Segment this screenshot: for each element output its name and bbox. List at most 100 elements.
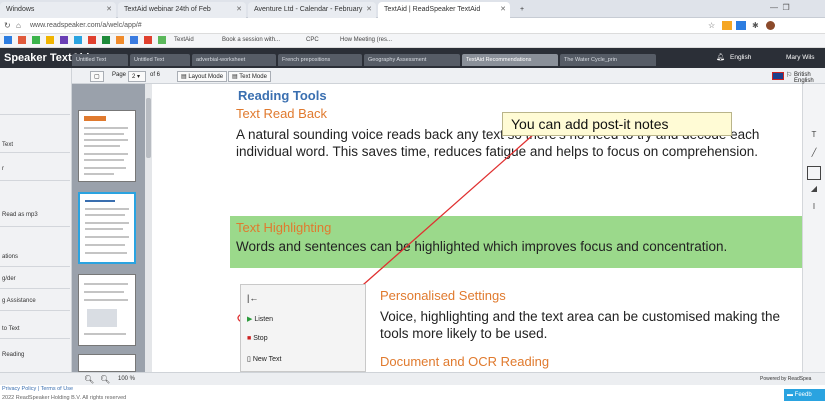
bookmarks-bar: TextAid Book a session with... CPC How M… bbox=[0, 34, 825, 48]
page-thumbnail-selected[interactable] bbox=[78, 192, 136, 264]
divider bbox=[0, 288, 70, 289]
divider bbox=[0, 114, 70, 115]
bookmark-meeting[interactable]: How Meeting (res... bbox=[340, 37, 392, 43]
bookmark-cpc[interactable]: CPC bbox=[306, 37, 319, 43]
right-tool-panel: T ╱ ◢ I bbox=[802, 84, 825, 372]
bookmark-icon[interactable] bbox=[32, 36, 40, 44]
sidebar-item[interactable]: r bbox=[2, 166, 4, 172]
stop-icon: ■ bbox=[247, 335, 252, 342]
bookmark-session[interactable]: Book a session with... bbox=[222, 37, 280, 43]
browser-tab-strip: Windows ✕ TextAid webinar 24th of Feb ✕ Av… bbox=[0, 0, 825, 18]
feedback-button[interactable]: ▬ Feedb bbox=[784, 389, 825, 401]
status-bar: 🔍︎ 🔍︎ 100 % Powered by ReadSpea bbox=[0, 372, 825, 385]
home-icon[interactable]: ⌂ bbox=[16, 21, 21, 30]
browser-tab-label: Aventure Ltd - Calendar - February bbox=[254, 6, 363, 13]
bookmark-icon[interactable] bbox=[102, 36, 110, 44]
scroll-thumb[interactable] bbox=[146, 98, 151, 158]
browser-tab[interactable]: Windows ✕ bbox=[0, 2, 116, 18]
doc-tab[interactable]: Geography Assessment bbox=[364, 54, 460, 66]
apps-icon[interactable] bbox=[4, 36, 12, 44]
sidebar-item-text[interactable]: Text bbox=[2, 142, 13, 148]
close-icon[interactable]: ✕ bbox=[500, 5, 506, 13]
pin-icon[interactable]: |← bbox=[247, 293, 258, 303]
pen-tool-icon[interactable]: ╱ bbox=[807, 148, 821, 162]
uk-flag-icon bbox=[772, 72, 784, 80]
layout-mode-button[interactable]: ▤ Layout Mode bbox=[177, 71, 228, 82]
doc-tab[interactable]: Untitled Text bbox=[130, 54, 190, 66]
bookmark-icon[interactable] bbox=[116, 36, 124, 44]
text-mode-button[interactable]: ▤ Text Mode bbox=[228, 71, 271, 82]
document-tabs: Untitled Text Untitled Text adverbial-wo… bbox=[72, 54, 825, 66]
sidebar-item-read-as-mp3[interactable]: Read as mp3 bbox=[2, 212, 38, 218]
divider bbox=[0, 226, 70, 227]
bookmark-icon[interactable] bbox=[158, 36, 166, 44]
voice-selector[interactable]: British English bbox=[794, 72, 825, 84]
page-thumbnail[interactable] bbox=[78, 354, 136, 372]
doc-tab-active[interactable]: TextAid Recommendations bbox=[462, 54, 558, 66]
doc-tab[interactable]: adverbial-worksheet bbox=[192, 54, 276, 66]
bookmark-icon[interactable] bbox=[74, 36, 82, 44]
bookmark-icon[interactable] bbox=[18, 36, 26, 44]
divider bbox=[0, 180, 70, 181]
footer-links[interactable]: Privacy Policy | Terms of Use bbox=[2, 386, 73, 392]
sidebar-item-reading[interactable]: Reading bbox=[2, 352, 24, 358]
post-it-note[interactable]: You can add post-it notes bbox=[502, 112, 732, 136]
page-thumbnail[interactable] bbox=[78, 274, 136, 346]
page-count: of 6 bbox=[150, 72, 161, 78]
doc-tab[interactable]: French prepositions bbox=[278, 54, 362, 66]
close-icon[interactable]: ✕ bbox=[106, 5, 112, 13]
bookmark-icon[interactable] bbox=[88, 36, 96, 44]
zoom-out-icon[interactable]: 🔍︎ bbox=[84, 375, 94, 384]
zoom-in-icon[interactable]: 🔍︎ bbox=[100, 375, 110, 384]
browser-tab[interactable]: Aventure Ltd - Calendar - February ✕ bbox=[248, 2, 376, 18]
sidebar-item-speech-to-text[interactable]: to Text bbox=[2, 326, 20, 332]
page-footer: Privacy Policy | Terms of Use 2022 ReadS… bbox=[0, 385, 825, 404]
star-icon[interactable]: ☆ bbox=[708, 21, 715, 30]
bookmark-icon[interactable] bbox=[144, 36, 152, 44]
divider bbox=[0, 338, 70, 339]
browser-tab-active[interactable]: TextAid | ReadSpeaker TextAid ✕ bbox=[378, 2, 510, 18]
extensions-icon[interactable]: ✱ bbox=[752, 21, 759, 30]
window-controls-icon[interactable]: — ❐ bbox=[770, 3, 790, 12]
page-thumbnail[interactable] bbox=[78, 110, 136, 182]
text-tool-icon[interactable]: T bbox=[807, 130, 821, 144]
page-select[interactable]: 2 ▾ bbox=[128, 71, 146, 82]
cursor-tool-icon[interactable]: I bbox=[807, 202, 821, 216]
sidebar-item-reader[interactable]: g/der bbox=[2, 276, 16, 282]
new-tab-button[interactable]: + bbox=[514, 2, 532, 18]
thumbnail-image bbox=[87, 309, 117, 327]
bookmark-textaid[interactable]: TextAid bbox=[174, 37, 194, 43]
address-bar: ↻ ⌂ www.readspeaker.com/a/welc/app/# ☆ ✱ bbox=[0, 18, 825, 34]
doc-tab[interactable]: The Water Cycle_prin bbox=[560, 54, 656, 66]
close-icon[interactable]: ✕ bbox=[236, 5, 242, 13]
extension-icon[interactable] bbox=[722, 21, 732, 30]
person-icon: ⚐ bbox=[786, 72, 793, 79]
rectangle-tool-icon[interactable] bbox=[807, 166, 821, 180]
divider bbox=[0, 266, 70, 267]
url-field[interactable]: www.readspeaker.com/a/welc/app/# bbox=[30, 22, 142, 29]
left-sidebar: Text r Read as mp3 ations g/der g Assist… bbox=[0, 68, 72, 372]
doc-tab[interactable]: Untitled Text bbox=[72, 54, 128, 66]
footer-copyright: 2022 ReadSpeaker Holding B.V. All rights… bbox=[2, 395, 127, 401]
close-icon[interactable]: ✕ bbox=[366, 5, 372, 13]
stop-button[interactable]: ■ Stop bbox=[247, 335, 268, 342]
reload-icon[interactable]: ↻ bbox=[4, 21, 11, 30]
new-text-button[interactable]: ▯ New Text bbox=[247, 355, 281, 363]
profile-avatar[interactable] bbox=[766, 21, 775, 30]
document-view[interactable]: Reading Tools Text Read Back A natural s… bbox=[152, 84, 802, 372]
bookmark-icon[interactable] bbox=[60, 36, 68, 44]
listen-button[interactable]: ▶ Listen bbox=[247, 315, 273, 323]
divider bbox=[0, 310, 70, 311]
play-icon: ▶ bbox=[247, 316, 253, 323]
bookmark-icon[interactable] bbox=[46, 36, 54, 44]
sidebar-item-typing-assistance[interactable]: g Assistance bbox=[2, 298, 36, 304]
highlighter-tool-icon[interactable]: ◢ bbox=[807, 184, 821, 198]
thumbnail-scrollbar[interactable] bbox=[145, 84, 152, 372]
page-label: Page bbox=[112, 72, 127, 78]
page-thumbnails bbox=[72, 84, 152, 372]
fit-page-icon[interactable]: ▢ bbox=[90, 71, 104, 82]
browser-tab[interactable]: TextAid webinar 24th of Feb ✕ bbox=[118, 2, 246, 18]
bookmark-icon[interactable] bbox=[130, 36, 138, 44]
extension-icon[interactable] bbox=[736, 21, 746, 30]
sidebar-item-translations[interactable]: ations bbox=[2, 254, 18, 260]
